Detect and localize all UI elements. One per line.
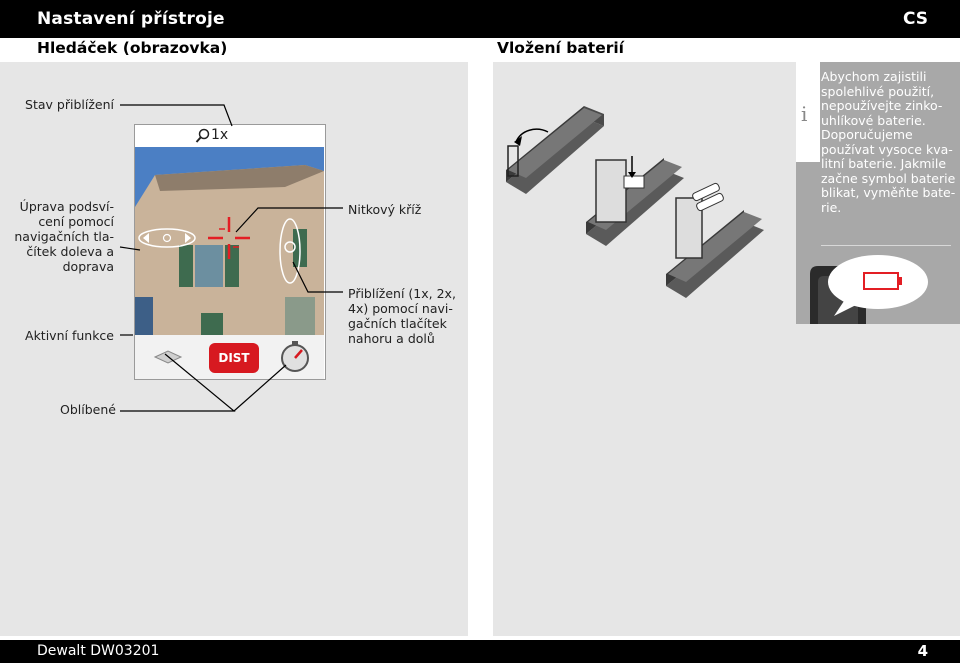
camera-view [135,147,324,361]
callout-favorites: Oblíbené [60,402,116,417]
battery-symbol-illustration [810,255,928,324]
footer-bar: Dewalt DW03201 4 [0,640,960,663]
page-title: Nastavení přístroje [37,9,225,29]
header-bar: Nastavení přístroje CS [0,0,960,38]
magnifier-icon [195,128,211,148]
callout-zoom: Přiblížení (1x, 2x, 4x) pomocí navi- gač… [348,286,456,346]
page-number: 4 [917,642,928,660]
shutter [179,245,193,287]
dist-button[interactable]: DIST [209,343,259,373]
language-code: CS [902,9,928,29]
device-screen: 1x DIST [134,124,326,380]
device-step-1 [506,106,604,194]
viewfinder-heading: Hledáček (obrazovka) [37,39,228,57]
info-text: Abychom zajistili spolehlivé použití, ne… [821,69,956,215]
area-icon[interactable] [153,349,183,365]
callout-active-function: Aktivní funkce [25,328,114,343]
battery-illustration [506,106,764,298]
function-bar: DIST [135,335,324,379]
zoom-level: 1x [211,127,229,143]
info-box: i Abychom zajistili spolehlivé použití, … [796,62,960,324]
shutter [225,245,239,287]
device-model: Dewalt DW03201 [37,643,160,659]
callout-zoom-state: Stav přiblížení [25,97,114,112]
battery-heading: Vložení baterií [497,39,624,57]
timer-icon[interactable] [278,340,312,374]
callout-backlight: Úprava podsví- cení pomocí navigačních t… [14,199,114,274]
window [285,297,315,337]
device-step-2 [586,156,684,246]
callout-crosshair: Nitkový kříž [348,202,422,217]
info-icon: i [796,62,820,162]
device-step-3 [666,182,764,298]
window [195,245,223,287]
